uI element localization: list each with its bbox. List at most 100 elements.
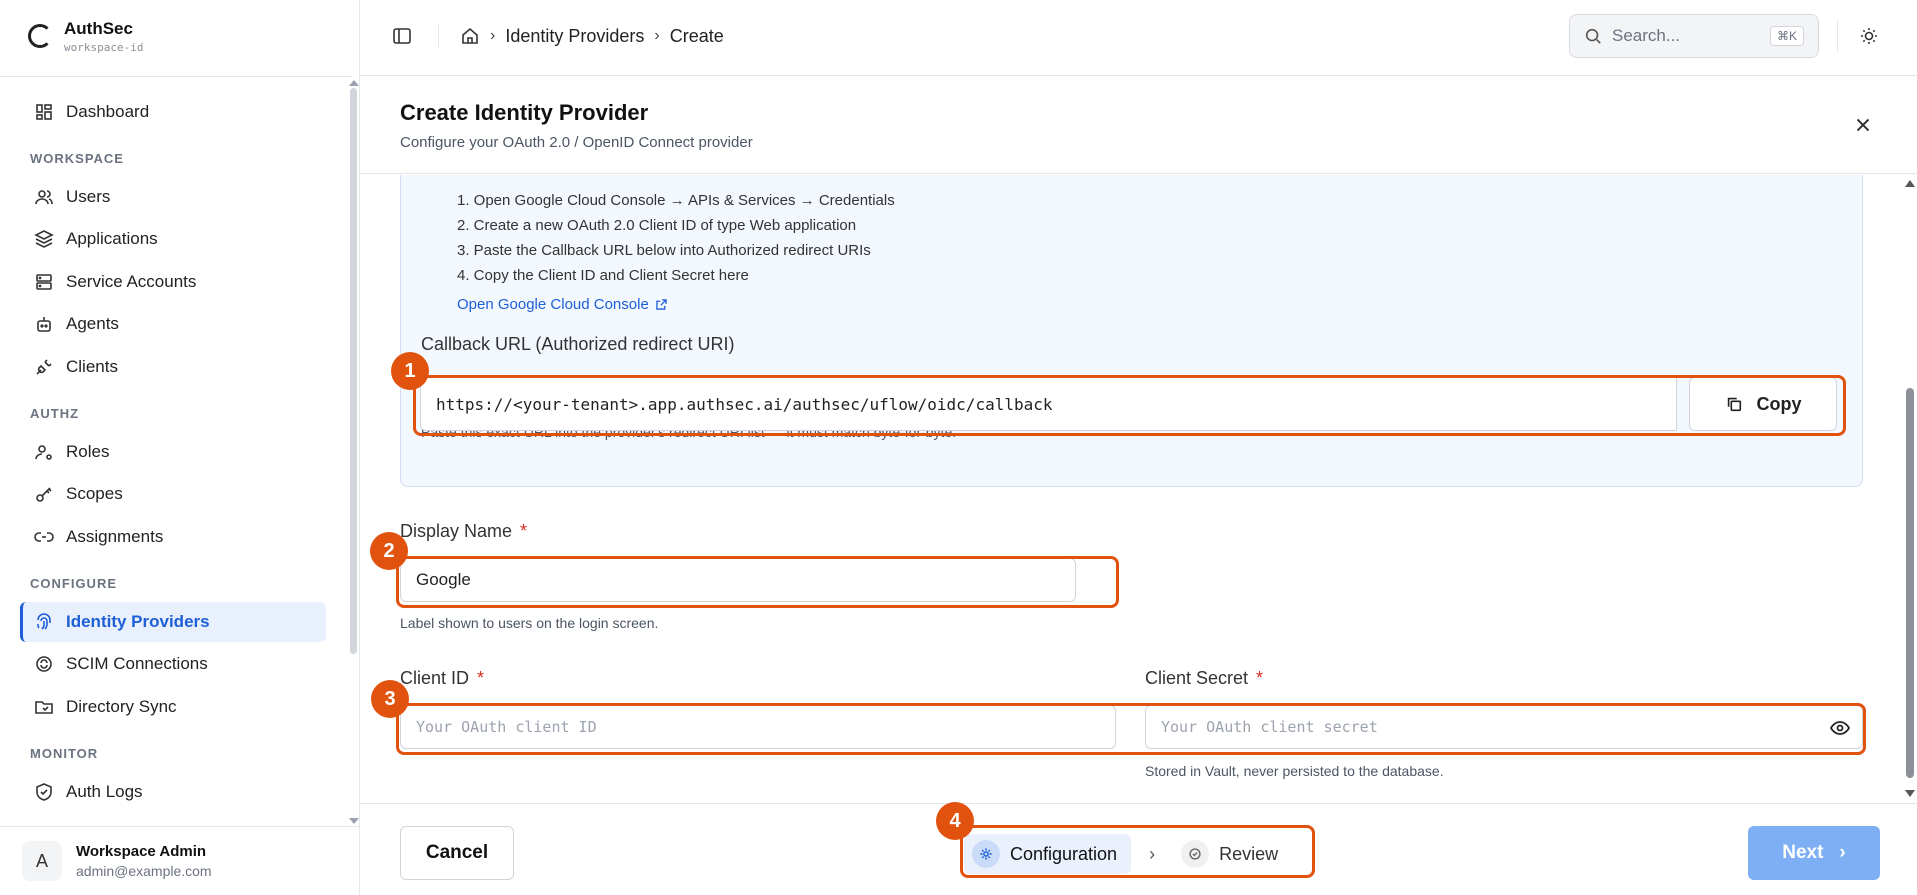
sidebar-item-scim-connections[interactable]: SCIM Connections bbox=[20, 644, 326, 684]
google-console-link[interactable]: Open Google Cloud Console bbox=[457, 296, 668, 313]
sidebar-item-assignments[interactable]: Assignments bbox=[20, 517, 326, 557]
dashboard-icon bbox=[36, 104, 52, 120]
sidebar-item-label: Clients bbox=[66, 357, 118, 376]
sidebar-item-label: Dashboard bbox=[66, 102, 150, 121]
sidebar-item-clients[interactable]: Clients bbox=[20, 347, 326, 387]
annotation-badge: 2 bbox=[370, 532, 408, 570]
client-secret-placeholder: Your OAuth client secret bbox=[1161, 718, 1378, 736]
display-name-field[interactable]: Google bbox=[400, 558, 1076, 602]
sidebar-scrollbar[interactable] bbox=[350, 88, 357, 654]
chevron-right-icon: › bbox=[490, 27, 496, 44]
next-button[interactable]: Next › bbox=[1748, 826, 1880, 880]
sidebar-item-auth-logs[interactable]: Auth Logs bbox=[20, 772, 326, 812]
client-id-label: Client ID * bbox=[400, 668, 485, 688]
callback-url-label: Callback URL (Authorized redirect URI) bbox=[421, 334, 735, 354]
dialog-subtitle: Configure your OAuth 2.0 / OpenID Connec… bbox=[400, 134, 753, 151]
authsec-logo-icon bbox=[28, 24, 52, 48]
eye-icon[interactable] bbox=[1830, 718, 1850, 738]
fingerprint-icon bbox=[37, 613, 51, 630]
search-input[interactable]: Search... ⌘K bbox=[1569, 14, 1819, 58]
setup-step: 3. Paste the Callback URL below into Aut… bbox=[457, 242, 871, 259]
sidebar-item-roles[interactable]: Roles bbox=[20, 432, 326, 472]
sidebar: AuthSec workspace-id Dashboard WORKSPACE… bbox=[0, 0, 360, 895]
workspace-id: workspace-id bbox=[64, 40, 144, 54]
chevron-right-icon: › bbox=[654, 27, 660, 44]
user-name: Workspace Admin bbox=[76, 843, 207, 860]
chevron-right-icon: › bbox=[1839, 842, 1846, 863]
sidebar-item-label: Auth Logs bbox=[66, 782, 143, 801]
sidebar-item-agents[interactable]: Agents bbox=[20, 304, 326, 344]
content-scrollbar[interactable] bbox=[1906, 388, 1914, 778]
sidebar-item-identity-providers[interactable]: Identity Providers bbox=[20, 602, 326, 642]
display-name-hint: Label shown to users on the login screen… bbox=[400, 615, 659, 631]
folder-sync-icon bbox=[35, 701, 53, 714]
setup-step: 4. Copy the Client ID and Client Secret … bbox=[457, 267, 749, 284]
sidebar-item-applications[interactable]: Applications bbox=[20, 219, 326, 259]
sidebar-item-label: Identity Providers bbox=[66, 612, 210, 631]
callback-url-field[interactable]: https://<your-tenant>.app.authsec.ai/aut… bbox=[420, 377, 1677, 431]
display-name-label: Display Name * bbox=[400, 521, 528, 541]
home-icon[interactable] bbox=[460, 26, 480, 46]
content-scroll-up[interactable] bbox=[1905, 180, 1915, 187]
sidebar-item-label: Directory Sync bbox=[66, 697, 177, 716]
bot-icon bbox=[37, 317, 51, 332]
sidebar-scroll-down[interactable] bbox=[349, 818, 359, 824]
user-email: admin@example.com bbox=[76, 863, 212, 879]
header-divider bbox=[438, 24, 439, 48]
client-id-field[interactable]: Your OAuth client ID bbox=[400, 705, 1116, 749]
dialog-header: Create Identity Provider Configure your … bbox=[360, 76, 1917, 174]
step-configuration[interactable]: Configuration bbox=[964, 834, 1132, 874]
dialog-footer: Cancel Configuration › Review Next › bbox=[360, 803, 1917, 895]
avatar: A bbox=[22, 841, 62, 881]
client-secret-label: Client Secret * bbox=[1145, 668, 1264, 688]
copy-button-label: Copy bbox=[1756, 393, 1802, 414]
cancel-button[interactable]: Cancel bbox=[400, 826, 514, 880]
users-icon bbox=[35, 190, 53, 205]
layers-icon bbox=[34, 230, 54, 248]
chevron-right-icon: › bbox=[1149, 843, 1156, 864]
annotation-badge: 1 bbox=[391, 352, 429, 390]
step-review[interactable]: Review bbox=[1173, 834, 1292, 874]
client-id-placeholder: Your OAuth client ID bbox=[416, 718, 597, 736]
breadcrumb: › Identity Providers › Create bbox=[460, 24, 724, 48]
next-button-label: Next bbox=[1782, 842, 1824, 863]
close-icon[interactable] bbox=[1852, 114, 1874, 136]
search-icon bbox=[1585, 28, 1601, 44]
sidebar-item-label: Scopes bbox=[66, 484, 123, 503]
sidebar-item-directory-sync[interactable]: Directory Sync bbox=[20, 687, 326, 727]
external-link-icon bbox=[656, 299, 667, 310]
sun-icon[interactable] bbox=[1859, 26, 1879, 46]
breadcrumb-identity-providers[interactable]: Identity Providers bbox=[505, 26, 644, 47]
sidebar-item-label: Assignments bbox=[66, 527, 164, 546]
google-console-link-label: Open Google Cloud Console bbox=[457, 296, 649, 313]
sidebar-item-scopes[interactable]: Scopes bbox=[20, 474, 326, 514]
copy-button[interactable]: Copy bbox=[1689, 377, 1837, 431]
search-placeholder: Search... bbox=[1612, 26, 1681, 45]
client-secret-hint: Stored in Vault, never persisted to the … bbox=[1145, 763, 1444, 779]
sidebar-item-label: Users bbox=[66, 187, 111, 206]
setup-step: 1. Open Google Cloud Console → APIs & Se… bbox=[457, 192, 895, 209]
callback-url-row: https://<your-tenant>.app.authsec.ai/aut… bbox=[420, 377, 1843, 431]
sidebar-toggle-icon[interactable] bbox=[392, 26, 412, 46]
top-header: › Identity Providers › Create Search... … bbox=[360, 0, 1917, 76]
user-cog-icon bbox=[35, 445, 52, 460]
sidebar-item-label: Agents bbox=[66, 314, 119, 333]
client-secret-field[interactable]: Your OAuth client secret bbox=[1145, 705, 1863, 749]
breadcrumb-create: Create bbox=[669, 25, 724, 46]
section-configure: CONFIGURE bbox=[30, 576, 117, 591]
sidebar-item-dashboard[interactable]: Dashboard bbox=[20, 92, 326, 132]
sidebar-item-label: Roles bbox=[66, 442, 110, 461]
key-icon bbox=[36, 487, 52, 502]
annotation-badge: 4 bbox=[936, 802, 974, 840]
user-menu[interactable]: A Workspace Admin admin@example.com bbox=[0, 826, 360, 895]
brand-name: AuthSec bbox=[64, 18, 133, 38]
section-monitor: MONITOR bbox=[30, 746, 99, 761]
sidebar-item-users[interactable]: Users bbox=[20, 177, 326, 217]
content-scroll-down[interactable] bbox=[1905, 790, 1915, 797]
refresh-circle-icon bbox=[36, 656, 52, 672]
sidebar-item-service-accounts[interactable]: Service Accounts bbox=[20, 262, 326, 302]
brand[interactable]: AuthSec workspace-id bbox=[28, 16, 143, 56]
annotation-badge: 3 bbox=[371, 680, 409, 718]
sidebar-scroll-up[interactable] bbox=[349, 80, 359, 86]
wizard-stepper: Configuration › Review bbox=[964, 830, 1306, 878]
